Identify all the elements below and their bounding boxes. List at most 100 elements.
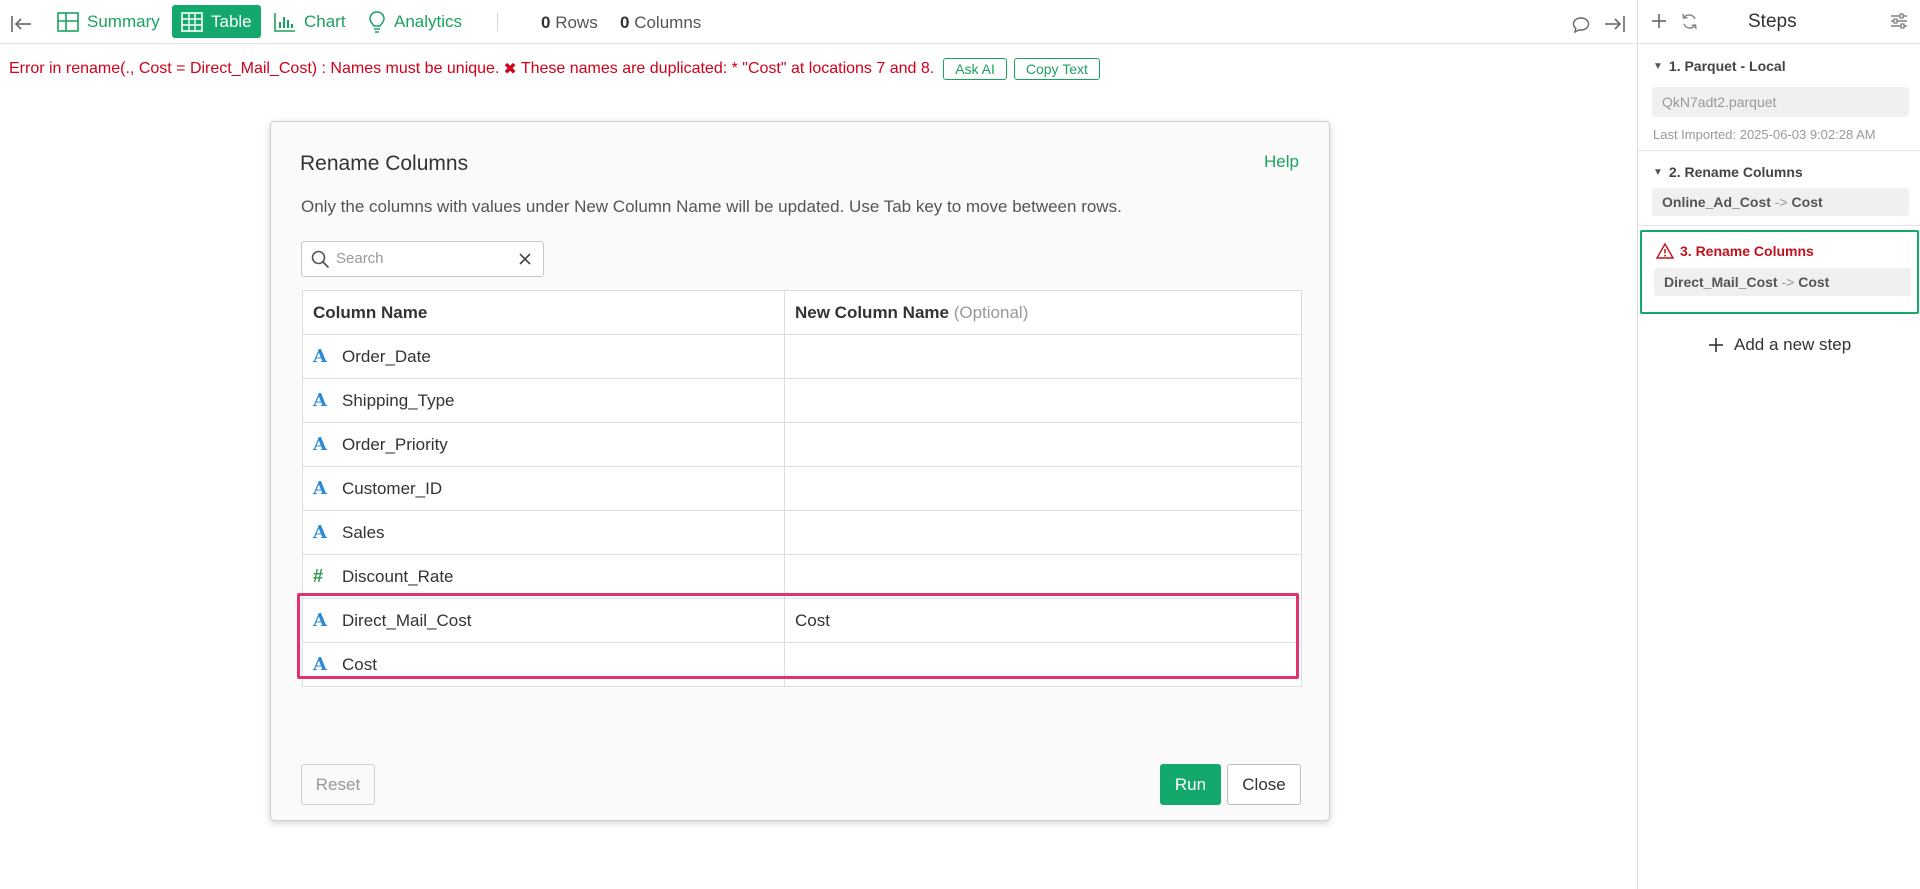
column-name: Discount_Rate <box>342 567 454 586</box>
search-box <box>301 241 544 277</box>
dialog-title: Rename Columns <box>300 152 469 175</box>
column-name: Order_Date <box>342 347 431 366</box>
table-row: A Sales <box>302 510 1302 555</box>
dialog-description: Only the columns with values under New C… <box>301 197 1122 216</box>
table-icon <box>181 11 203 32</box>
column-name: Customer_ID <box>342 479 443 498</box>
ask-ai-button[interactable]: Ask AI <box>943 58 1007 80</box>
character-type-icon: A <box>313 478 327 499</box>
table-row: A Order_Date <box>302 334 1302 379</box>
step-2-detail: Online_Ad_Cost -> Cost <box>1652 188 1909 216</box>
tab-table[interactable]: Table <box>172 5 261 38</box>
warning-icon <box>1656 243 1674 259</box>
close-button[interactable]: Close <box>1227 764 1301 805</box>
plus-icon <box>1709 338 1723 352</box>
character-type-icon: A <box>313 654 327 675</box>
character-type-icon: A <box>313 390 327 411</box>
error-text-2: These names are duplicated: * "Cost" at … <box>520 60 935 77</box>
table-row: A Order_Priority <box>302 422 1302 467</box>
table-row: A Cost <box>302 642 1302 687</box>
settings-sliders-icon[interactable] <box>1890 12 1908 35</box>
new-column-name-cell[interactable] <box>784 422 1302 467</box>
tab-analytics[interactable]: Analytics <box>368 9 462 35</box>
step-1-header: ▼ 1. Parquet - Local <box>1653 58 1786 74</box>
new-column-name-cell[interactable] <box>784 466 1302 511</box>
new-column-name-cell[interactable] <box>784 510 1302 555</box>
top-toolbar: Summary Table Chart Analytics 0 Rows 0 C… <box>0 0 1637 44</box>
column-name: Order_Priority <box>342 435 448 454</box>
tab-analytics-label: Analytics <box>394 12 463 31</box>
tab-summary-label: Summary <box>87 12 160 31</box>
new-column-name-cell[interactable]: Cost <box>784 598 1302 643</box>
steps-title: Steps <box>1748 11 1797 32</box>
step-3-detail: Direct_Mail_Cost -> Cost <box>1654 268 1911 296</box>
reset-button[interactable]: Reset <box>301 764 375 805</box>
table-row: A Shipping_Type <box>302 378 1302 423</box>
rename-columns-dialog: Rename Columns Help Only the columns wit… <box>270 121 1330 821</box>
character-type-icon: A <box>313 346 327 367</box>
character-type-icon: A <box>313 434 327 455</box>
step-3[interactable]: 3. Rename Columns Direct_Mail_Cost -> Co… <box>1640 230 1919 314</box>
refresh-icon[interactable] <box>1680 12 1699 36</box>
caret-down-icon[interactable]: ▼ <box>1653 61 1663 72</box>
copy-text-button[interactable]: Copy Text <box>1013 58 1100 80</box>
column-name-cell: A Shipping_Type <box>302 378 785 423</box>
rename-table: Column Name New Column Name (Optional) A… <box>302 290 1302 687</box>
step-1[interactable]: ▼ 1. Parquet - Local QkN7adt2.parquet Las… <box>1638 44 1920 151</box>
run-button[interactable]: Run <box>1160 764 1221 805</box>
comment-icon[interactable] <box>1572 12 1590 38</box>
step-2-header: ▼ 2. Rename Columns <box>1653 164 1803 180</box>
tab-chart[interactable]: Chart <box>274 9 346 35</box>
search-input[interactable] <box>336 250 506 267</box>
table-row: A Direct_Mail_Cost Cost <box>302 598 1302 643</box>
column-name-cell: A Order_Date <box>302 334 785 379</box>
steps-panel-header: Steps <box>1638 0 1920 44</box>
column-name: Direct_Mail_Cost <box>342 611 472 630</box>
column-name-cell: A Order_Priority <box>302 422 785 467</box>
new-column-name-cell[interactable] <box>784 334 1302 379</box>
caret-down-icon[interactable]: ▼ <box>1653 167 1663 178</box>
step-1-file: QkN7adt2.parquet <box>1652 87 1909 117</box>
character-type-icon: A <box>313 610 327 631</box>
new-column-name-cell[interactable] <box>784 554 1302 599</box>
search-icon <box>311 250 330 269</box>
steps-panel: Steps ▼ 1. Parquet - Local QkN7adt2.parqu… <box>1637 0 1920 889</box>
new-column-name-header: New Column Name (Optional) <box>784 290 1302 335</box>
chart-icon <box>274 13 295 32</box>
tab-table-label: Table <box>211 11 252 31</box>
table-row: # Discount_Rate <box>302 554 1302 599</box>
step-3-header: 3. Rename Columns <box>1656 243 1814 259</box>
rows-count: 0 Rows <box>541 13 598 32</box>
column-name-header: Column Name <box>302 290 785 335</box>
error-message: Error in rename(., Cost = Direct_Mail_Co… <box>9 57 1100 81</box>
tab-summary[interactable]: Summary <box>57 9 160 35</box>
table-header-row: Column Name New Column Name (Optional) <box>302 290 1302 335</box>
step-2[interactable]: ▼ 2. Rename Columns Online_Ad_Cost -> Cos… <box>1638 151 1920 226</box>
error-x-icon: ✖ <box>503 61 517 78</box>
clear-search-icon[interactable] <box>518 252 532 266</box>
column-name: Cost <box>342 655 377 674</box>
column-name-cell: A Customer_ID <box>302 466 785 511</box>
column-name-cell: A Direct_Mail_Cost <box>302 598 785 643</box>
lightbulb-icon <box>369 11 385 33</box>
numeric-type-icon: # <box>313 566 324 586</box>
column-name: Shipping_Type <box>342 391 455 410</box>
step-1-last-imported: Last Imported: 2025-06-03 9:02:28 AM <box>1653 127 1876 142</box>
columns-count: 0 Columns <box>620 13 702 32</box>
collapse-left-icon[interactable] <box>10 11 32 37</box>
table-row: A Customer_ID <box>302 466 1302 511</box>
character-type-icon: A <box>313 522 327 543</box>
collapse-right-icon[interactable] <box>1604 11 1626 37</box>
error-text-1: Error in rename(., Cost = Direct_Mail_Co… <box>9 60 500 77</box>
column-name-cell: A Sales <box>302 510 785 555</box>
summary-grid-icon <box>57 12 79 32</box>
add-icon[interactable] <box>1650 12 1668 35</box>
new-column-name-cell[interactable] <box>784 378 1302 423</box>
toolbar-divider <box>497 13 498 31</box>
help-link[interactable]: Help <box>1264 152 1299 172</box>
column-name-cell: A Cost <box>302 642 785 687</box>
new-column-name-cell[interactable] <box>784 642 1302 687</box>
tab-chart-label: Chart <box>304 12 346 31</box>
column-name: Sales <box>342 523 385 542</box>
add-new-step-button[interactable]: Add a new step <box>1708 335 1851 355</box>
